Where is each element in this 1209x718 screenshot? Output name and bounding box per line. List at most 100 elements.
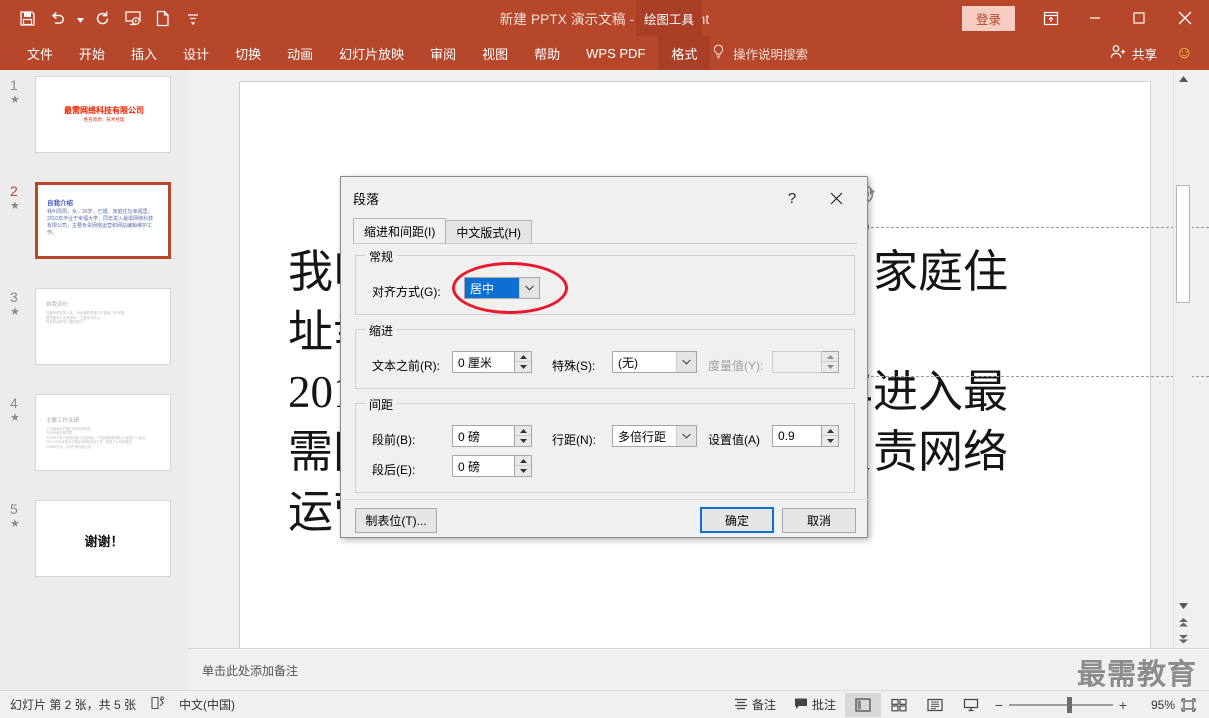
scroll-up-arrow-icon[interactable]: [1174, 70, 1192, 87]
tab-animations[interactable]: 动画: [274, 36, 326, 70]
stepper-up-icon[interactable]: [515, 456, 531, 466]
list-item[interactable]: 1 ★ 最需网络科技有限公司 姓名周周：技术经理: [0, 76, 188, 153]
slide-position-label[interactable]: 幻灯片 第 2 张，共 5 张: [10, 696, 136, 713]
stepper-down-icon[interactable]: [515, 362, 531, 372]
notes-toggle-button[interactable]: 备注: [725, 692, 785, 718]
thumbnail-slide-3[interactable]: 自我评价 性格有耐性的人生，对长期的思维方式善用工作年限。 善思善学与业条基本，…: [35, 288, 171, 365]
zoom-slider[interactable]: [1009, 695, 1113, 715]
special-combobox[interactable]: (无): [612, 351, 697, 373]
normal-view-button[interactable]: [845, 692, 881, 717]
slide-number: 3: [10, 289, 18, 305]
list-item[interactable]: 3 ★ 自我评价 性格有耐性的人生，对长期的思维方式善用工作年限。 善思善学与业…: [0, 288, 188, 365]
set-value-input[interactable]: 0.9: [772, 425, 822, 447]
slide-sorter-view-button[interactable]: [881, 693, 917, 717]
stepper-up-icon[interactable]: [822, 426, 838, 436]
before-text-input[interactable]: 0 厘米: [452, 351, 515, 373]
vertical-scrollbar[interactable]: [1173, 70, 1192, 648]
ok-button[interactable]: 确定: [700, 507, 774, 533]
start-slideshow-icon[interactable]: [119, 4, 146, 32]
thumbnail-slide-5[interactable]: 谢谢！: [35, 500, 171, 577]
notes-icon: [734, 697, 748, 713]
tab-help[interactable]: 帮助: [521, 36, 573, 70]
chevron-down-icon[interactable]: [519, 278, 539, 298]
stepper-up-icon[interactable]: [515, 426, 531, 436]
list-item[interactable]: 5 ★ 谢谢！: [0, 500, 188, 577]
tab-home[interactable]: 开始: [66, 36, 118, 70]
before-text-stepper[interactable]: [515, 351, 532, 373]
tab-file[interactable]: 文件: [14, 36, 66, 70]
save-icon[interactable]: [14, 4, 41, 32]
zoom-in-button[interactable]: +: [1113, 697, 1133, 713]
signin-button[interactable]: 登录: [961, 5, 1015, 31]
tab-indents-and-spacing[interactable]: 缩进和间距(I): [353, 218, 447, 244]
notes-pane[interactable]: 单击此处添加备注 最需教育: [188, 648, 1209, 691]
tab-slideshow[interactable]: 幻灯片放映: [326, 36, 417, 70]
slide-thumbnail-pane[interactable]: 1 ★ 最需网络科技有限公司 姓名周周：技术经理 2 ★ 自我介绍 我叫周周，女…: [0, 70, 188, 648]
comments-label: 批注: [811, 698, 836, 712]
tab-asian-typography[interactable]: 中文版式(H): [445, 220, 532, 244]
close-button[interactable]: [1161, 0, 1209, 36]
tab-format[interactable]: 格式: [658, 36, 711, 70]
zoom-slider-knob[interactable]: [1067, 696, 1072, 713]
scroll-down-arrow-icon[interactable]: [1174, 597, 1192, 614]
share-label: 共享: [1131, 47, 1157, 62]
dialog-help-button[interactable]: ?: [779, 185, 805, 211]
stepper-down-icon[interactable]: [515, 466, 531, 476]
dialog-close-button[interactable]: [823, 185, 849, 211]
fit-to-window-icon[interactable]: [1175, 697, 1201, 712]
accessibility-icon[interactable]: [150, 696, 165, 713]
slideshow-view-button[interactable]: [953, 693, 989, 717]
alignment-combobox[interactable]: 居中: [464, 277, 540, 299]
undo-icon[interactable]: [44, 4, 71, 32]
zoom-out-button[interactable]: −: [989, 697, 1009, 713]
notes-placeholder-text[interactable]: 单击此处添加备注: [202, 662, 298, 679]
tab-insert[interactable]: 插入: [118, 36, 170, 70]
chevron-down-icon[interactable]: [676, 352, 696, 372]
indent-group-label: 缩进: [365, 322, 398, 339]
customize-qat-icon[interactable]: [179, 4, 206, 32]
chevron-down-icon[interactable]: [676, 426, 696, 446]
tab-review[interactable]: 审阅: [417, 36, 469, 70]
maximize-button[interactable]: [1117, 0, 1161, 36]
thumb-body: 性格有耐性的人生，对长期的思维方式善用工作年限。 善思善学与业条基本，主要变化中…: [46, 311, 128, 325]
thumbnail-slide-4[interactable]: 主要工作业绩 工作期间过于理念本网站的维护。 2010年承办登录表。 2012年…: [35, 394, 171, 471]
slide-number: 5: [10, 501, 18, 517]
tab-view[interactable]: 视图: [469, 36, 521, 70]
scrollbar-thumb[interactable]: [1176, 185, 1190, 303]
thumbnail-slide-2[interactable]: 自我介绍 我叫周周，女，30岁，已婚，家庭住址幸福里。 2010年毕业于幸福大学…: [35, 182, 171, 259]
thumbnail-slide-1[interactable]: 最需网络科技有限公司 姓名周周：技术经理: [35, 76, 171, 153]
space-before-stepper[interactable]: [515, 425, 532, 447]
tab-transitions[interactable]: 切换: [222, 36, 274, 70]
stepper-down-icon[interactable]: [515, 436, 531, 446]
space-after-stepper[interactable]: [515, 455, 532, 477]
list-item[interactable]: 4 ★ 主要工作业绩 工作期间过于理念本网站的维护。 2010年承办登录表。 2…: [0, 394, 188, 471]
reading-view-button[interactable]: [917, 693, 953, 717]
space-before-input[interactable]: 0 磅: [452, 425, 515, 447]
redo-icon[interactable]: [89, 4, 116, 32]
comments-toggle-button[interactable]: 批注: [785, 692, 845, 718]
scrollbar-track[interactable]: [1174, 87, 1192, 590]
space-after-input[interactable]: 0 磅: [452, 455, 515, 477]
thumbnail-meta: 3 ★: [0, 288, 35, 365]
tell-me-search[interactable]: 操作说明搜索: [712, 36, 808, 70]
stepper-down-icon[interactable]: [822, 436, 838, 446]
tab-wps-pdf[interactable]: WPS PDF: [573, 36, 658, 70]
cancel-button[interactable]: 取消: [782, 508, 856, 533]
zoom-level-label[interactable]: 95%: [1133, 698, 1175, 712]
tab-design[interactable]: 设计: [170, 36, 222, 70]
set-value-stepper[interactable]: [822, 425, 839, 447]
new-file-icon[interactable]: [149, 4, 176, 32]
language-label[interactable]: 中文(中国): [179, 696, 235, 713]
paragraph-dialog[interactable]: 段落 ? 缩进和间距(I) 中文版式(H) 常规 对齐方式(G): 居中 缩进 …: [340, 176, 869, 538]
ribbon-display-options-icon[interactable]: [1029, 0, 1073, 36]
share-button[interactable]: 共享: [1110, 36, 1157, 70]
tabs-button[interactable]: 制表位(T)...: [355, 508, 437, 533]
minimize-button[interactable]: [1073, 0, 1117, 36]
list-item[interactable]: 2 ★ 自我介绍 我叫周周，女，30岁，已婚，家庭住址幸福里。 2010年毕业于…: [0, 182, 188, 259]
previous-slide-button[interactable]: [1174, 614, 1192, 631]
line-spacing-combobox[interactable]: 多倍行距: [612, 425, 697, 447]
undo-dropdown-icon[interactable]: [74, 4, 86, 32]
next-slide-button[interactable]: [1174, 631, 1192, 648]
stepper-up-icon[interactable]: [515, 352, 531, 362]
feedback-smiley-icon[interactable]: ☺: [1176, 44, 1193, 61]
